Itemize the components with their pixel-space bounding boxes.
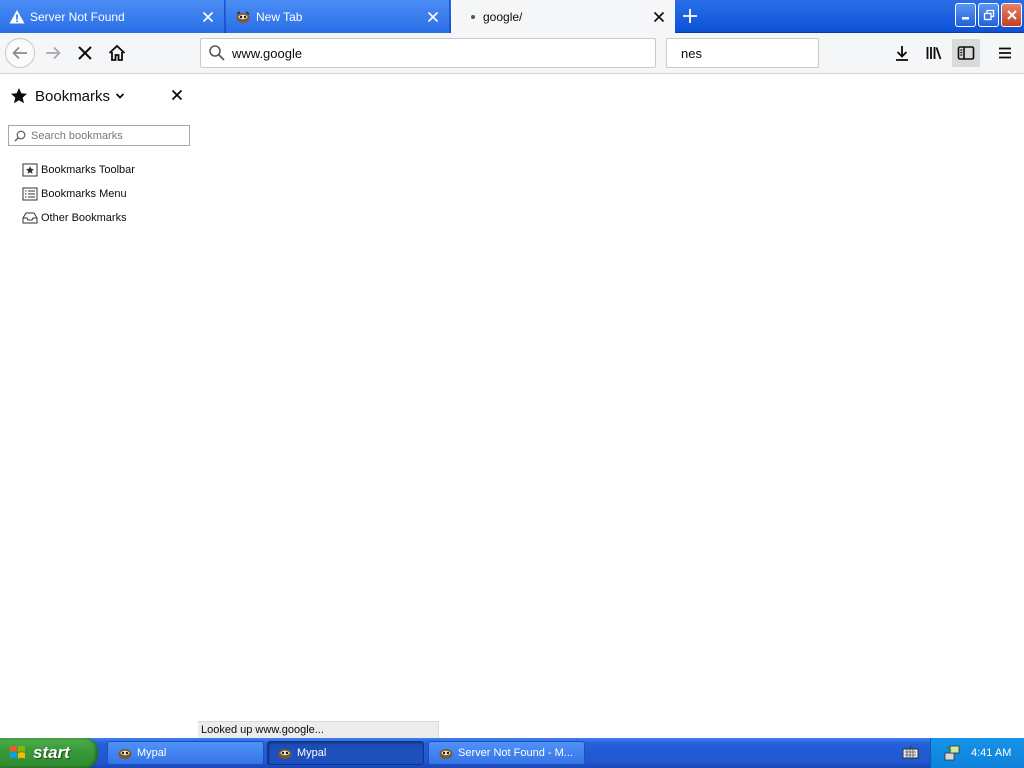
page-content[interactable]: [198, 74, 1024, 738]
tab-close-icon[interactable]: [651, 9, 667, 25]
search-input[interactable]: [681, 45, 857, 61]
home-icon: [108, 44, 126, 61]
library-icon: [926, 47, 942, 60]
mypal-icon: [118, 749, 132, 759]
taskbar-item-label: Server Not Found - M...: [458, 747, 573, 759]
download-icon: [896, 46, 908, 61]
warning-icon: [9, 9, 25, 25]
navigation-toolbar: [0, 33, 1024, 74]
close-icon: [171, 89, 183, 101]
url-input[interactable]: [232, 45, 655, 61]
tab-title: New Tab: [256, 9, 303, 24]
loading-dot-icon: [469, 9, 477, 25]
keyboard-layout-icon[interactable]: [902, 745, 919, 761]
tab-title: Server Not Found: [30, 9, 125, 24]
star-icon: [11, 88, 27, 104]
taskbar-item-mypal-active[interactable]: Mypal: [267, 741, 424, 765]
other-bookmarks-icon: [22, 210, 38, 226]
restore-icon: [983, 9, 994, 21]
sidebar-close-button[interactable]: [168, 86, 186, 104]
bookmark-label: Other Bookmarks: [41, 212, 127, 224]
back-button[interactable]: [5, 38, 35, 68]
new-tab-button[interactable]: [676, 2, 704, 30]
close-window-button[interactable]: [1001, 3, 1022, 27]
mypal-icon: [278, 749, 292, 759]
status-panel: Looked up www.google...: [198, 721, 439, 738]
downloads-button[interactable]: [888, 39, 916, 67]
clock[interactable]: 4:41 AM: [971, 747, 1011, 759]
start-button[interactable]: start: [0, 738, 98, 768]
bookmark-label: Bookmarks Menu: [41, 188, 127, 200]
bookmarks-toolbar-icon: [22, 162, 38, 178]
plus-icon: [683, 9, 697, 23]
taskbar-item-server-not-found[interactable]: Server Not Found - M...: [428, 741, 585, 765]
taskbar-item-mypal[interactable]: Mypal: [107, 741, 264, 765]
start-label: start: [33, 743, 70, 762]
taskbar: start Mypal Mypal Server Not Found - M..…: [0, 738, 1024, 768]
tab-close-icon[interactable]: [200, 9, 216, 25]
home-button[interactable]: [102, 38, 132, 68]
stop-button[interactable]: [70, 38, 100, 68]
windows-logo-icon: [10, 745, 25, 759]
close-icon: [1006, 10, 1017, 20]
forward-button[interactable]: [38, 38, 68, 68]
restore-button[interactable]: [978, 3, 999, 27]
tab-title: google/: [483, 9, 523, 24]
network-icon[interactable]: [943, 744, 961, 762]
tab-close-icon[interactable]: [425, 9, 441, 25]
mypal-icon: [235, 9, 251, 25]
bookmark-search-input[interactable]: [31, 129, 181, 142]
bookmark-tree: Bookmarks Toolbar Bookmarks Menu Other B…: [22, 158, 135, 230]
minimize-button[interactable]: [955, 3, 976, 27]
taskbar-item-label: Mypal: [297, 747, 327, 759]
bookmark-search-box[interactable]: [8, 125, 190, 146]
arrow-right-icon: [46, 46, 61, 60]
arrow-left-icon: [12, 46, 27, 60]
other-bookmarks-folder[interactable]: Other Bookmarks: [22, 206, 135, 230]
sidebar-icon: [957, 46, 975, 60]
sidebar-toggle-button[interactable]: [952, 39, 980, 67]
tab-server-not-found[interactable]: Server Not Found: [0, 0, 225, 33]
library-button[interactable]: [920, 39, 948, 67]
sidebar-switcher[interactable]: Bookmarks: [10, 86, 125, 106]
hamburger-icon: [999, 47, 1011, 59]
search-icon: [209, 45, 225, 61]
url-bar[interactable]: [200, 38, 656, 68]
bookmarks-toolbar-folder[interactable]: Bookmarks Toolbar: [22, 158, 135, 182]
chevron-down-icon: [115, 93, 125, 99]
minimize-icon: [961, 17, 969, 20]
bookmarks-menu-folder[interactable]: Bookmarks Menu: [22, 182, 135, 206]
bookmark-label: Bookmarks Toolbar: [41, 164, 135, 176]
sidebar-title: Bookmarks: [35, 87, 111, 105]
search-bar[interactable]: [666, 38, 857, 68]
search-icon: [14, 130, 26, 141]
stop-icon: [78, 46, 92, 60]
menu-button[interactable]: [991, 39, 1019, 67]
bookmarks-sidebar: Bookmarks Bookmarks Toolbar Bookmarks Me…: [0, 74, 198, 738]
tab-new-tab[interactable]: New Tab: [226, 0, 450, 33]
mypal-icon: [439, 749, 453, 759]
bookmarks-menu-icon: [22, 186, 38, 202]
tab-strip: Server Not Found New Tab google/: [0, 0, 1024, 33]
tab-google[interactable]: google/: [451, 0, 675, 33]
taskbar-item-label: Mypal: [137, 747, 167, 759]
system-tray: 4:41 AM: [930, 738, 1024, 768]
